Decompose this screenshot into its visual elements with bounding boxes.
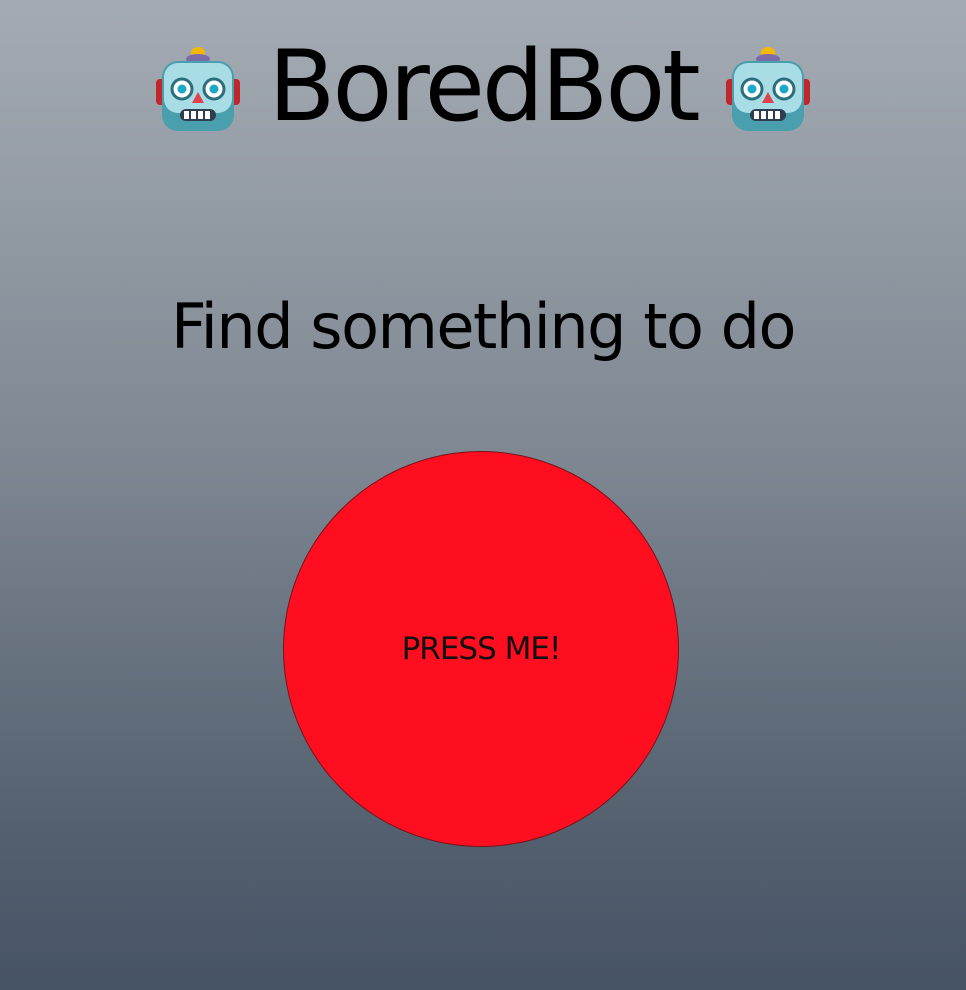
subtitle: Find something to do <box>171 290 796 363</box>
press-me-label: PRESS ME! <box>401 631 562 667</box>
app-title: BoredBot <box>268 30 700 144</box>
press-me-button[interactable]: PRESS ME! <box>283 451 679 847</box>
robot-face-icon <box>154 41 242 133</box>
app-header: BoredBot <box>0 32 966 142</box>
robot-face-icon <box>724 41 812 133</box>
